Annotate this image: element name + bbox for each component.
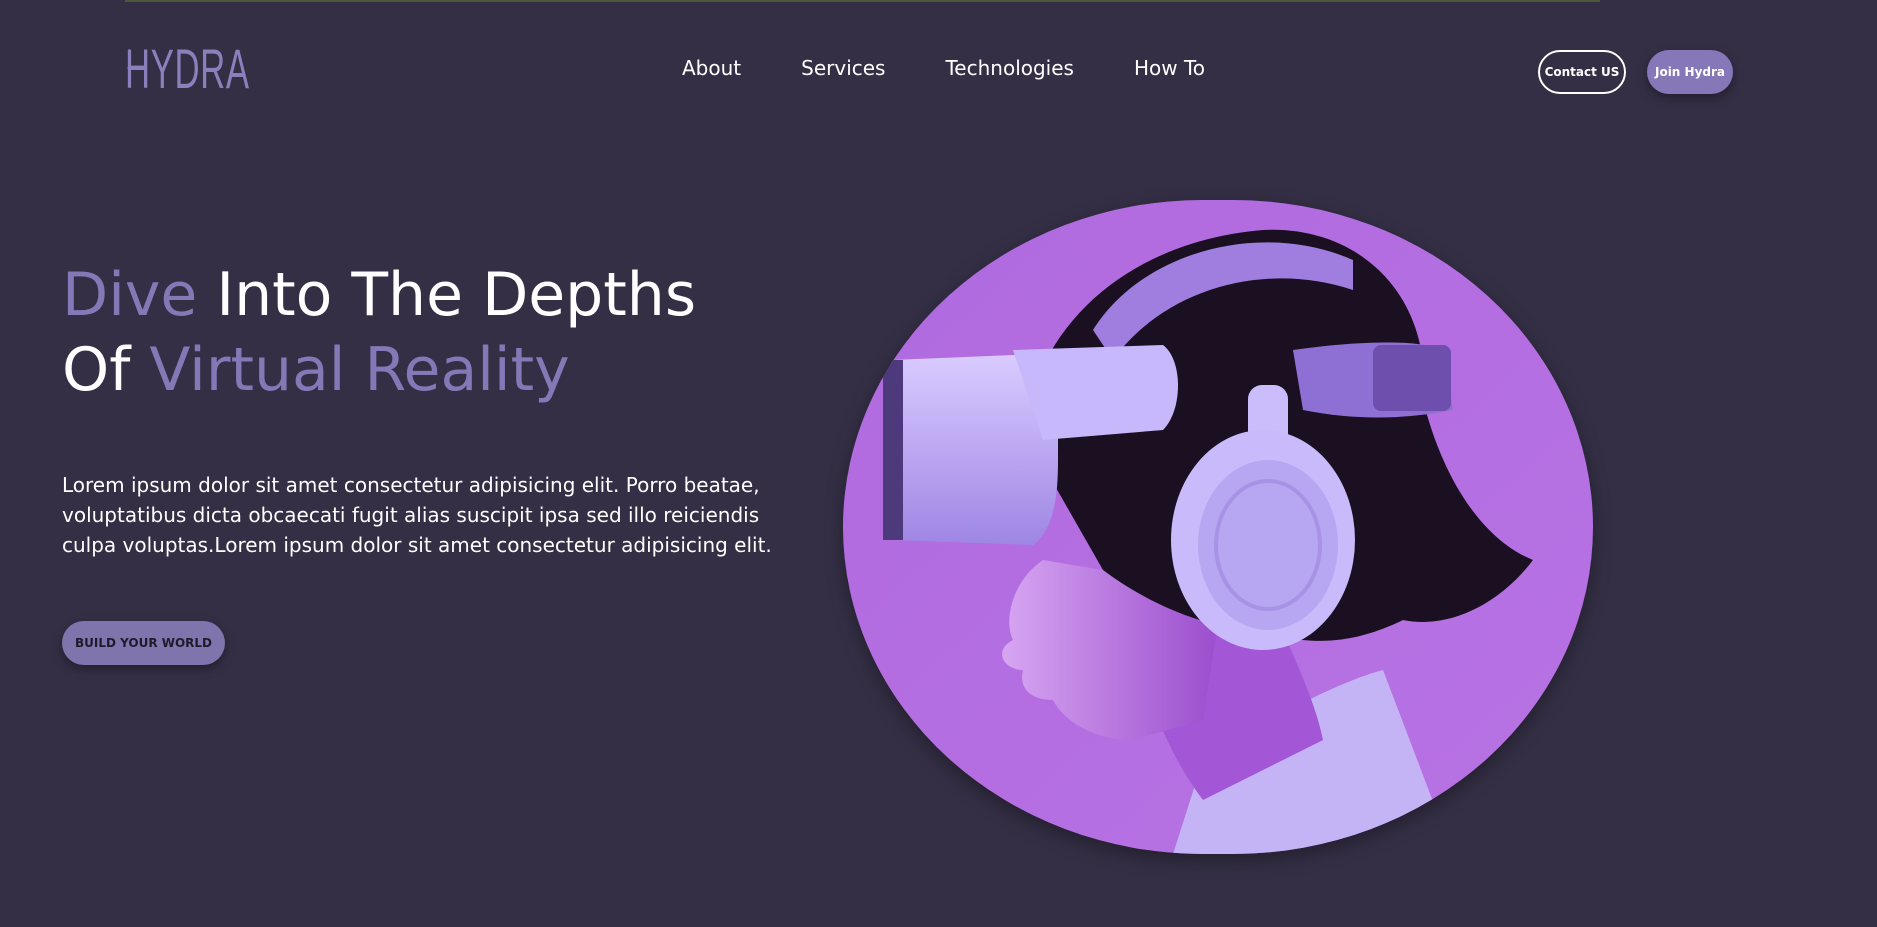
- hero-title-of: Of: [62, 335, 150, 405]
- hero-description: Lorem ipsum dolor sit amet consectetur a…: [62, 473, 772, 557]
- hero-title-depths: Into The Depths: [197, 260, 697, 330]
- main-nav: About Services Technologies How To: [682, 56, 1205, 80]
- nav-about[interactable]: About: [682, 56, 741, 80]
- build-your-world-button[interactable]: BUILD YOUR WORLD: [62, 621, 225, 665]
- nav-how-to[interactable]: How To: [1134, 56, 1205, 80]
- contact-us-button[interactable]: Contact US: [1538, 50, 1626, 94]
- hero-title-dive: Dive: [62, 260, 198, 330]
- nav-technologies[interactable]: Technologies: [945, 56, 1073, 80]
- hero-title-vr: Virtual Reality: [149, 335, 570, 405]
- nav-services[interactable]: Services: [801, 56, 885, 80]
- hero-title: Dive Into The Depths Of Virtual Reality: [62, 258, 696, 408]
- vr-person-illustration: [843, 200, 1593, 854]
- logo-text: HYDRA: [124, 36, 250, 100]
- logo[interactable]: HYDRA: [124, 18, 326, 118]
- hero-image: [843, 200, 1593, 854]
- top-divider: [125, 0, 1600, 2]
- join-hydra-button[interactable]: Join Hydra: [1647, 50, 1733, 94]
